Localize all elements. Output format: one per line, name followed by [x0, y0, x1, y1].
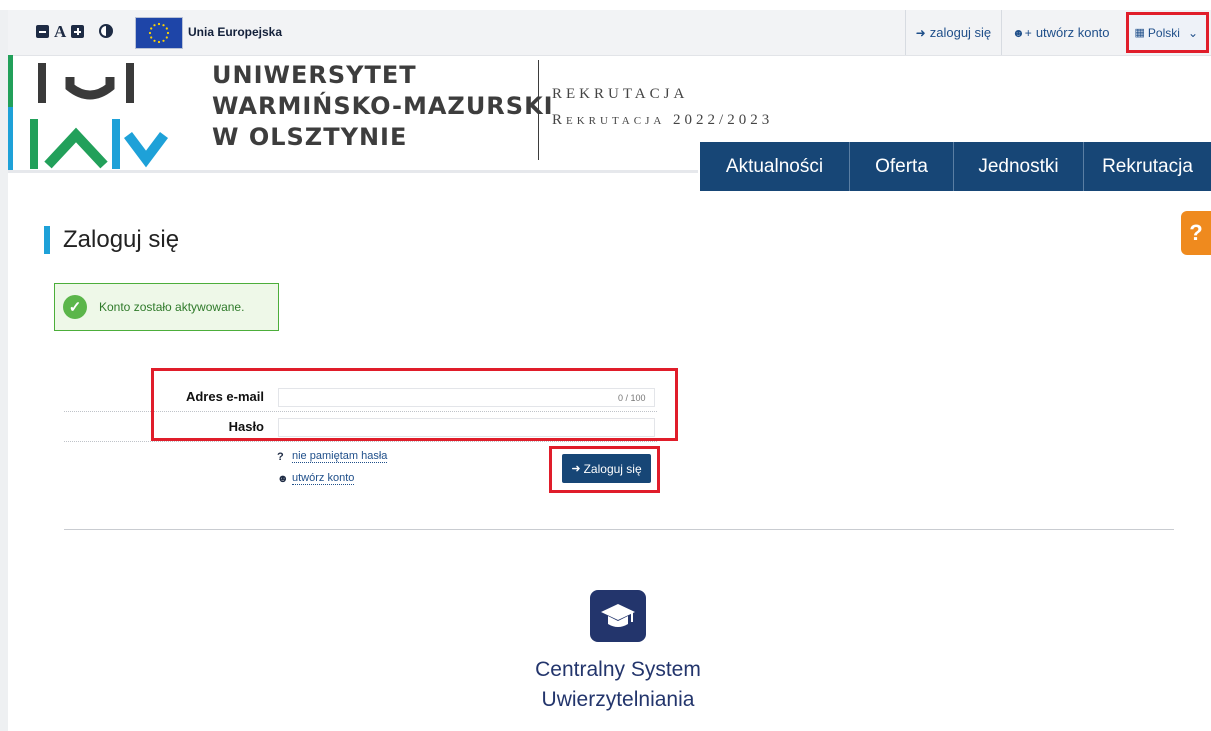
help-icon: ?	[1189, 220, 1203, 245]
question-icon: ?	[277, 450, 284, 463]
forgot-password-link[interactable]: ? nie pamiętam hasła	[277, 450, 388, 463]
login-button-label: Zaloguj się	[583, 461, 642, 476]
create-account-label: utwórz konto	[292, 472, 355, 485]
font-size-letter[interactable]: A	[54, 23, 66, 40]
check-circle-icon: ✓	[63, 295, 87, 319]
font-increase-icon[interactable]	[71, 24, 85, 38]
top-login-link[interactable]: ➜ zaloguj się	[904, 10, 1002, 55]
nav-item-rekrutacja[interactable]: Rekrutacja	[1084, 142, 1211, 191]
sign-in-icon: ➜	[915, 25, 926, 40]
sign-in-icon: ➜	[571, 463, 581, 475]
language-selector[interactable]: ▦ Polski ⌄	[1125, 12, 1209, 53]
cas-title-line1: Centralny System	[535, 658, 701, 681]
top-create-account-label: utwórz konto	[1035, 25, 1110, 40]
page-top-edge	[0, 0, 1211, 10]
create-account-link[interactable]: ☻ utwórz konto	[277, 472, 355, 485]
section-subtitle[interactable]: Rekrutacja 2022/2023	[552, 112, 773, 129]
nav-item-jednostki[interactable]: Jednostki	[954, 142, 1084, 191]
graduation-cap-graphic	[601, 604, 635, 627]
eu-stars-graphic	[136, 18, 182, 48]
nav-item-oferta[interactable]: Oferta	[850, 142, 954, 191]
top-create-account-link[interactable]: ☻+ utwórz konto	[1001, 10, 1119, 55]
logo-graphic	[30, 63, 168, 169]
section-title-text: Rekrutacja	[552, 86, 689, 102]
section-divider	[64, 529, 1174, 530]
university-name-line1: UNIWERSYTET	[212, 61, 417, 89]
title-accent-bar	[44, 226, 50, 254]
page-title: Zaloguj się	[63, 226, 180, 253]
graduation-cap-icon	[590, 590, 646, 642]
nav-item-aktualnosci[interactable]: Aktualności	[700, 142, 850, 191]
eu-flag-icon[interactable]	[135, 17, 183, 49]
user-plus-icon: ☻	[277, 472, 289, 485]
header-divider	[538, 60, 539, 160]
cas-title-line2: Uwierzytelniania	[541, 688, 695, 711]
university-name[interactable]: UNIWERSYTET WARMIŃSKO-MAZURSKI W OLSZTYN…	[212, 60, 554, 153]
login-button[interactable]: ➜ Zaloguj się	[562, 454, 651, 483]
contrast-icon[interactable]	[99, 24, 114, 38]
help-tab-button[interactable]: ?	[1181, 211, 1211, 255]
top-bar: A Unia Europejska ➜ zaloguj się ☻+ utwór…	[8, 10, 1211, 56]
university-name-line3: W OLSZTYNIE	[212, 123, 408, 151]
form-row-divider	[64, 441, 657, 442]
section-subtitle-text: Rekrutacja 2022/2023	[552, 112, 774, 128]
university-logo[interactable]	[30, 57, 170, 172]
top-login-label: zaloguj się	[929, 25, 992, 40]
eu-link[interactable]: Unia Europejska	[188, 25, 282, 39]
font-decrease-icon[interactable]	[36, 24, 49, 38]
success-alert: ✓ Konto zostało aktywowane.	[54, 283, 279, 331]
forgot-password-label: nie pamiętam hasła	[292, 450, 388, 463]
cas-title: Centralny System Uwierzytelniania	[468, 655, 768, 715]
section-title[interactable]: Rekrutacja	[552, 86, 688, 103]
form-fields-highlight	[151, 368, 678, 441]
success-message: Konto zostało aktywowane.	[99, 300, 245, 314]
top-right-menu: ➜ zaloguj się ☻+ utwórz konto ▦ Polski ⌄	[904, 10, 1211, 55]
accessibility-tools: A	[36, 23, 114, 40]
language-selected: Polski	[1147, 25, 1180, 40]
user-plus-icon: ☻+	[1012, 25, 1032, 40]
main-nav: Aktualności Oferta Jednostki Rekrutacja	[700, 142, 1211, 191]
translate-icon: ▦	[1134, 27, 1145, 39]
university-name-line2: WARMIŃSKO-MAZURSKI	[212, 92, 554, 120]
page-left-edge	[0, 0, 8, 731]
chevron-down-icon: ⌄	[1187, 25, 1198, 40]
header-color-strip	[8, 55, 13, 170]
